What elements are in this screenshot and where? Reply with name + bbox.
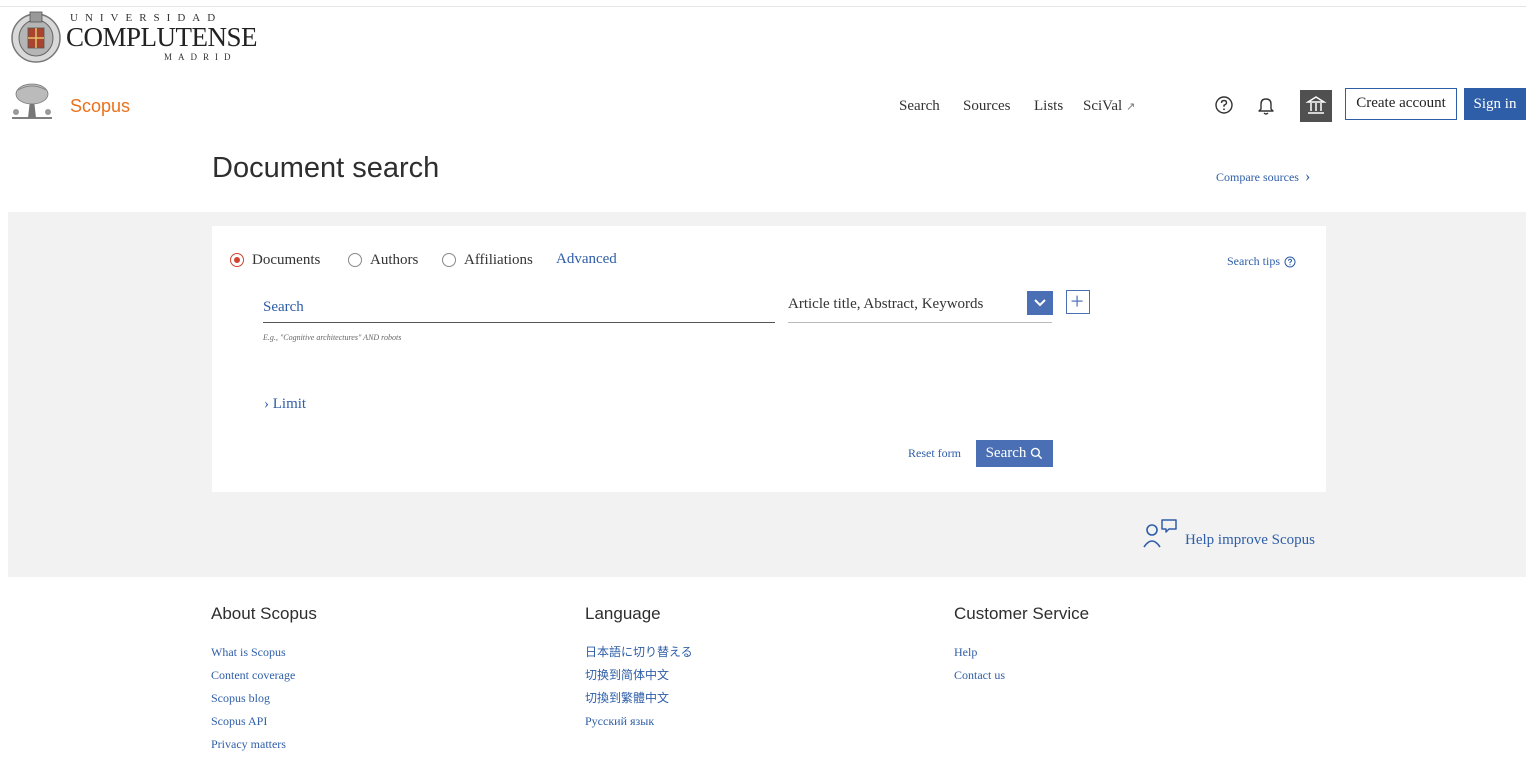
create-account-button[interactable]: Create account: [1345, 88, 1457, 120]
plus-icon: [1071, 295, 1083, 307]
footer-link-contact[interactable]: Contact us: [954, 664, 1005, 687]
reset-form-link[interactable]: Reset form: [908, 446, 961, 461]
footer-link-japanese[interactable]: 日本語に切り替える: [585, 641, 693, 664]
tab-affiliations[interactable]: Affiliations: [442, 251, 533, 269]
compare-sources-link[interactable]: Compare sources ›: [1216, 168, 1310, 186]
tab-authors[interactable]: Authors: [348, 251, 418, 269]
advanced-search-link[interactable]: Advanced: [556, 251, 617, 268]
university-crest-icon: [11, 11, 61, 63]
radio-icon: [348, 253, 362, 267]
tab-affiliations-label: Affiliations: [464, 251, 533, 268]
footer-about-links: What is Scopus Content coverage Scopus b…: [211, 641, 295, 756]
footer-link-scopus-blog[interactable]: Scopus blog: [211, 687, 295, 710]
nav-sources[interactable]: Sources: [963, 98, 1011, 115]
chevron-right-icon: ›: [1304, 168, 1311, 185]
nav-search[interactable]: Search: [899, 98, 940, 115]
footer-about-heading: About Scopus: [211, 604, 317, 623]
search-example-hint: E.g., "Cognitive architectures" AND robo…: [263, 333, 402, 342]
nav-scival-label: SciVal: [1083, 98, 1123, 114]
radio-icon: [442, 253, 456, 267]
page-title: Document search: [212, 152, 440, 184]
help-icon: [1284, 256, 1296, 267]
footer-link-help[interactable]: Help: [954, 641, 1005, 664]
footer-link-privacy[interactable]: Privacy matters: [211, 733, 295, 756]
footer-customer-links: Help Contact us: [954, 641, 1005, 687]
footer-link-traditional-chinese[interactable]: 切換到繁體中文: [585, 687, 693, 710]
search-field-dropdown-button[interactable]: [1027, 291, 1053, 315]
search-submit-button[interactable]: Search: [976, 440, 1053, 467]
add-search-field-button[interactable]: [1066, 290, 1090, 314]
nav-scival[interactable]: SciVal ↗: [1083, 98, 1135, 115]
search-tips-link[interactable]: Search tips: [1227, 254, 1296, 269]
footer-link-content-coverage[interactable]: Content coverage: [211, 664, 295, 687]
tab-documents[interactable]: Documents: [230, 251, 320, 269]
sign-in-button[interactable]: Sign in: [1464, 88, 1526, 120]
feedback-icon[interactable]: [1142, 517, 1182, 549]
help-icon[interactable]: [1214, 95, 1234, 115]
search-icon: [1031, 447, 1043, 460]
radio-selected-icon: [230, 253, 244, 267]
limit-toggle[interactable]: › Limit: [264, 396, 306, 413]
scopus-brand[interactable]: Scopus: [70, 96, 130, 117]
limit-label: Limit: [272, 396, 307, 412]
help-improve-link[interactable]: Help improve Scopus: [1185, 532, 1315, 549]
chevron-down-icon: [1034, 299, 1046, 307]
external-link-icon: ↗: [1126, 101, 1136, 113]
search-submit-label: Search: [985, 445, 1027, 461]
chevron-right-icon: ›: [264, 396, 273, 412]
search-input[interactable]: [263, 292, 775, 323]
footer-language-links: 日本語に切り替える 切换到简体中文 切換到繁體中文 Русский язык: [585, 641, 693, 733]
footer-link-simplified-chinese[interactable]: 切换到简体中文: [585, 664, 693, 687]
search-field-value: Article title, Abstract, Keywords: [788, 296, 984, 312]
footer-link-scopus-api[interactable]: Scopus API: [211, 710, 295, 733]
footer-customer-heading: Customer Service: [954, 604, 1090, 623]
search-tips-label: Search tips: [1227, 254, 1280, 268]
tab-authors-label: Authors: [370, 251, 419, 268]
top-divider: [0, 6, 1526, 7]
compare-sources-label: Compare sources: [1216, 170, 1299, 184]
footer-link-russian[interactable]: Русский язык: [585, 710, 693, 733]
institution-button[interactable]: [1300, 90, 1332, 122]
elsevier-tree-icon[interactable]: [8, 82, 56, 122]
footer-language-heading: Language: [585, 604, 661, 623]
nav-lists[interactable]: Lists: [1034, 98, 1063, 115]
tab-documents-label: Documents: [252, 251, 321, 268]
institution-icon: [1305, 96, 1327, 114]
footer-link-what-is-scopus[interactable]: What is Scopus: [211, 641, 295, 664]
university-name-line3: MADRID: [164, 52, 237, 62]
university-name-line2: COMPLUTENSE: [66, 22, 258, 52]
bell-icon[interactable]: [1255, 94, 1277, 116]
